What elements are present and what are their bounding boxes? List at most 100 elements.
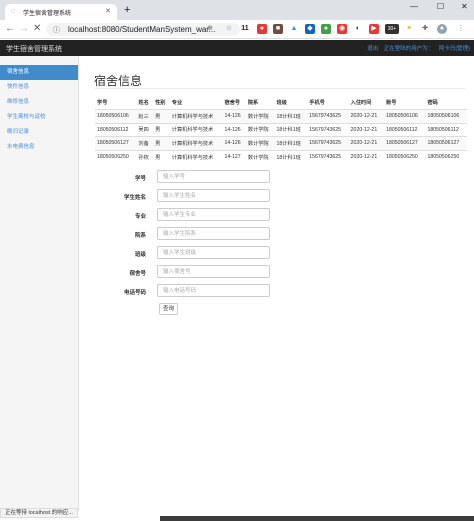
table-row: 18050506250 孙权 男 计算机科学与技术 14-127 数计学院 18… bbox=[95, 149, 467, 164]
page-title: 宿舍信息 bbox=[94, 74, 143, 88]
browser-tab[interactable]: ◌ 学生宿舍管理系统 ✕ bbox=[5, 4, 117, 20]
app-brand[interactable]: 学生宿舍管理系统 bbox=[6, 44, 62, 54]
main-content: 宿舍信息 学号 姓名 性别 专业 宿舍号 院系 班级 手机号 入住时间 账号 密… bbox=[86, 56, 474, 511]
sidebar-item-dorm-info[interactable]: 宿舍信息 bbox=[0, 65, 78, 80]
form-row-student-name: 学生姓名 bbox=[86, 187, 386, 206]
extension-badge[interactable]: 11 bbox=[240, 24, 250, 34]
table-cell: 15679743625 bbox=[307, 136, 349, 150]
table-row: 18050506106 赵三 男 计算机科学与技术 14-126 数计学院 18… bbox=[95, 109, 467, 123]
phone-input[interactable] bbox=[157, 284, 270, 297]
table-cell: 男 bbox=[153, 149, 170, 164]
sidebar-item-utility-fees[interactable]: 水电费信息 bbox=[0, 140, 78, 155]
stop-icon[interactable]: ✕ bbox=[33, 23, 41, 34]
table-cell: 男 bbox=[153, 122, 170, 137]
table-cell: 14-126 bbox=[222, 122, 246, 137]
table-cell: 2020-12-21 bbox=[348, 136, 385, 150]
extension-icon[interactable]: ▲ bbox=[289, 24, 299, 34]
table-cell: 15679743625 bbox=[307, 122, 349, 137]
student-name-input[interactable] bbox=[157, 189, 270, 202]
form-row-phone: 电话号码 bbox=[86, 282, 386, 301]
class-input[interactable] bbox=[157, 246, 270, 259]
table-cell: 15679743625 bbox=[307, 109, 349, 123]
logout-link[interactable]: 退出 bbox=[367, 46, 378, 52]
url-text: localhost:8080/StudentManSystem_war... bbox=[68, 25, 216, 34]
app-header: 学生宿舍管理系统 退出 正在登陆的用户为： 阿卡玛(管理) bbox=[0, 40, 474, 56]
column-header: 密码 bbox=[425, 96, 467, 110]
form-row-major: 专业 bbox=[86, 206, 386, 225]
back-icon[interactable]: ← bbox=[5, 23, 15, 34]
extension-icon[interactable]: ● bbox=[257, 24, 267, 34]
avatar[interactable]: ● bbox=[437, 24, 447, 34]
table-cell: 18050506106 bbox=[384, 109, 426, 123]
column-header: 班级 bbox=[274, 96, 308, 110]
table-cell: 18050506127 bbox=[95, 136, 137, 150]
current-user-label: 正在登陆的用户为： bbox=[383, 46, 434, 52]
student-name-label: 学生姓名 bbox=[123, 195, 146, 201]
puzzle-icon[interactable]: ✚ bbox=[420, 24, 430, 34]
info-icon: ⓘ bbox=[53, 27, 60, 34]
form-row-student-id: 学号 bbox=[86, 168, 386, 187]
table-cell: 18050506106 bbox=[95, 109, 137, 123]
column-header: 学号 bbox=[95, 96, 137, 110]
divider bbox=[94, 88, 466, 89]
column-header: 姓名 bbox=[136, 96, 154, 110]
form-row-department: 院系 bbox=[86, 225, 386, 244]
extension-icon[interactable]: ✦ bbox=[404, 24, 414, 34]
extension-icon[interactable]: ◐ bbox=[353, 24, 363, 34]
table-cell: 18050506127 bbox=[425, 136, 467, 150]
table-cell: 刘备 bbox=[136, 136, 154, 150]
student-id-input[interactable] bbox=[157, 170, 270, 183]
table-cell: 18050506112 bbox=[95, 122, 137, 137]
column-header: 专业 bbox=[169, 96, 223, 110]
minimize-icon[interactable]: — bbox=[410, 2, 418, 11]
column-header: 性别 bbox=[153, 96, 170, 110]
extension-icon[interactable]: ◆ bbox=[305, 24, 315, 34]
major-label: 专业 bbox=[134, 214, 146, 220]
column-header: 院系 bbox=[245, 96, 275, 110]
table-cell: 数计学院 bbox=[245, 149, 275, 164]
forward-icon[interactable]: → bbox=[19, 23, 29, 34]
table-cell: 18050506250 bbox=[95, 149, 137, 164]
phone-label: 电话号码 bbox=[123, 290, 146, 296]
table-header-row: 学号 姓名 性别 专业 宿舍号 院系 班级 手机号 入住时间 账号 密码 bbox=[95, 96, 467, 110]
sidebar-item-repair-info[interactable]: 维修信息 bbox=[0, 95, 78, 110]
extension-icon[interactable]: ◉ bbox=[337, 24, 347, 34]
sidebar-item-leave-return[interactable]: 学生离校与返校 bbox=[0, 110, 78, 125]
department-label: 院系 bbox=[134, 233, 146, 239]
class-label: 班级 bbox=[134, 252, 146, 258]
bookmark-star-icon[interactable]: ☆ bbox=[224, 24, 234, 34]
table-cell: 计算机科学与技术 bbox=[169, 149, 223, 164]
table-cell: 18计科1班 bbox=[274, 122, 308, 137]
close-tab-icon[interactable]: ✕ bbox=[105, 7, 111, 15]
extension-badge[interactable]: 30+ bbox=[385, 24, 399, 34]
close-window-icon[interactable]: ✕ bbox=[461, 2, 468, 11]
tab-title: 学生宿舍管理系统 bbox=[23, 11, 72, 17]
extension-icon[interactable]: ▶ bbox=[369, 24, 379, 34]
extension-icon[interactable]: ■ bbox=[273, 24, 283, 34]
department-input[interactable] bbox=[157, 227, 270, 240]
student-id-label: 学号 bbox=[134, 176, 146, 182]
new-tab-icon[interactable]: + bbox=[124, 4, 130, 16]
extension-icon[interactable]: ● bbox=[321, 24, 331, 34]
table-cell: 18050506112 bbox=[384, 122, 426, 137]
dorm-number-input[interactable] bbox=[157, 265, 270, 278]
header-links: 退出 正在登陆的用户为： 阿卡玛(管理) bbox=[363, 44, 470, 52]
table-cell: 14-127 bbox=[222, 149, 246, 164]
major-input[interactable] bbox=[157, 208, 270, 221]
table-cell: 14-126 bbox=[222, 136, 246, 150]
menu-kebab-icon[interactable]: ⋮ bbox=[456, 24, 466, 34]
table-cell: 18050506250 bbox=[425, 149, 467, 164]
column-header: 手机号 bbox=[307, 96, 349, 110]
sidebar-item-parcel-info[interactable]: 快件信息 bbox=[0, 80, 78, 95]
table-cell: 2020-12-21 bbox=[348, 149, 385, 164]
table-cell: 男 bbox=[153, 109, 170, 123]
form-row-class: 班级 bbox=[86, 244, 386, 263]
maximize-icon[interactable]: ☐ bbox=[437, 2, 444, 11]
query-button[interactable]: 查询 bbox=[159, 303, 178, 315]
table-row: 18050506127 刘备 男 计算机科学与技术 14-126 数计学院 18… bbox=[95, 136, 467, 150]
current-user-link[interactable]: 阿卡玛(管理) bbox=[439, 46, 470, 52]
table-cell: 15679743625 bbox=[307, 149, 349, 164]
zoom-icon[interactable]: ⊕ bbox=[205, 24, 215, 34]
sidebar: 宿舍信息 快件信息 维修信息 学生离校与返校 晚归记录 水电费信息 bbox=[0, 56, 79, 511]
sidebar-item-late-return[interactable]: 晚归记录 bbox=[0, 125, 78, 140]
